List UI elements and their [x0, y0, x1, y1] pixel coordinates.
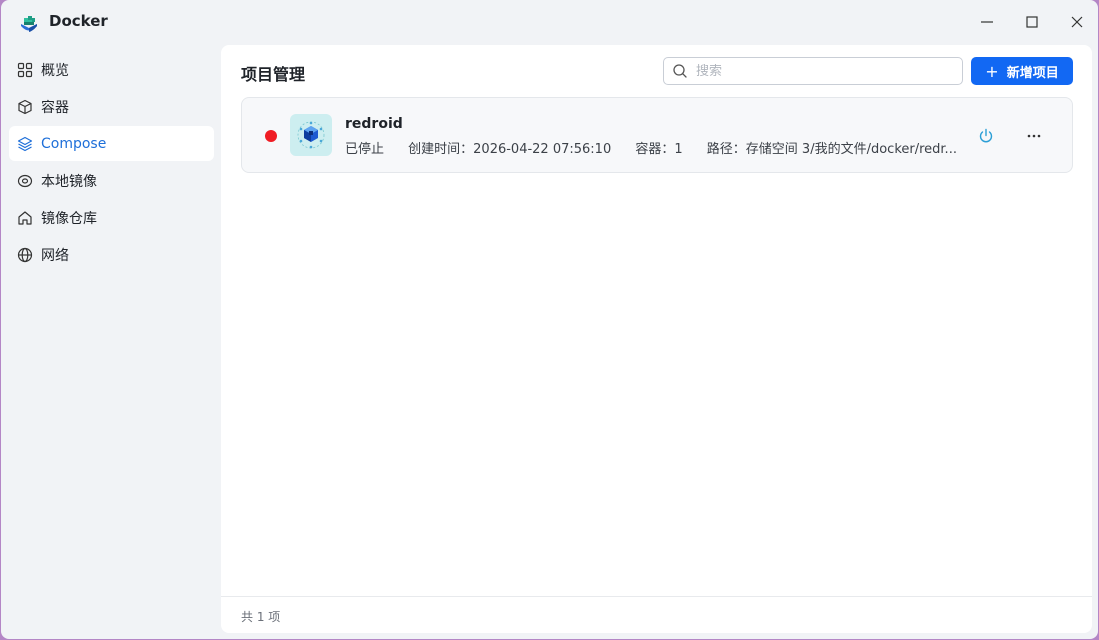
compose-project-icon: [290, 114, 332, 156]
maximize-button[interactable]: [1017, 8, 1047, 36]
project-name[interactable]: redroid: [345, 116, 403, 132]
search-box[interactable]: [663, 57, 963, 85]
layers-icon: [17, 136, 33, 152]
minimize-button[interactable]: [972, 8, 1002, 36]
project-path: 路径：存储空间 3/我的文件/docker/redr...: [706, 142, 957, 157]
project-card[interactable]: redroid 已停止 创建时间：2026-04-22 07:56:10 容器：…: [241, 97, 1073, 173]
item-count: 共 1 项: [241, 610, 281, 624]
main-panel: 项目管理 + 新增项目: [221, 45, 1092, 633]
home-icon: [17, 210, 33, 226]
maximize-icon: [1026, 16, 1038, 28]
close-button[interactable]: [1062, 8, 1092, 36]
sidebar-item-network[interactable]: 网络: [9, 237, 214, 272]
app-title: Docker: [49, 12, 108, 30]
grid-icon: [17, 62, 33, 78]
sidebar-item-compose[interactable]: Compose: [9, 126, 214, 161]
more-options-button[interactable]: [1023, 125, 1045, 147]
box-icon: [17, 99, 33, 115]
globe-icon: [17, 247, 33, 263]
project-created: 创建时间：2026-04-22 07:56:10: [408, 142, 612, 157]
search-icon: [673, 64, 687, 78]
search-input[interactable]: [696, 63, 956, 79]
sidebar-item-label: 本地镜像: [41, 173, 97, 190]
project-meta: 已停止 创建时间：2026-04-22 07:56:10 容器：1 路径：存储空…: [345, 138, 977, 157]
project-containers: 容器：1: [635, 142, 683, 157]
start-project-button[interactable]: [975, 125, 997, 147]
sidebar-item-label: Compose: [41, 135, 107, 152]
sidebar-item-label: 概览: [41, 62, 69, 79]
add-project-button[interactable]: + 新增项目: [971, 57, 1073, 85]
sidebar-item-image-registry[interactable]: 镜像仓库: [9, 200, 214, 235]
minimize-icon: [981, 21, 993, 23]
plus-icon: +: [985, 61, 999, 81]
add-project-label: 新增项目: [1006, 65, 1059, 81]
docker-window: Docker 概览 容器 Compose 本地镜像 镜像仓库 网络 项目管理 搜…: [1, 0, 1098, 639]
sidebar-item-containers[interactable]: 容器: [9, 89, 214, 124]
sidebar-item-label: 网络: [41, 247, 69, 264]
docker-logo-icon: [17, 11, 41, 35]
disc-icon: [17, 173, 33, 189]
sidebar: 概览 容器 Compose 本地镜像 镜像仓库 网络: [9, 52, 214, 274]
sidebar-item-label: 镜像仓库: [41, 210, 97, 227]
status-stopped-indicator: [265, 130, 277, 142]
more-horizontal-icon: [1027, 134, 1041, 138]
close-icon: [1071, 16, 1083, 28]
title-bar: Docker: [1, 0, 1098, 44]
sidebar-item-local-images[interactable]: 本地镜像: [9, 163, 214, 198]
project-status: 已停止: [345, 142, 385, 157]
sidebar-item-label: 容器: [41, 99, 69, 116]
page-title: 项目管理: [241, 65, 306, 84]
sidebar-item-overview[interactable]: 概览: [9, 52, 214, 87]
list-footer: 共 1 项: [221, 596, 1092, 633]
power-icon: [979, 128, 993, 143]
